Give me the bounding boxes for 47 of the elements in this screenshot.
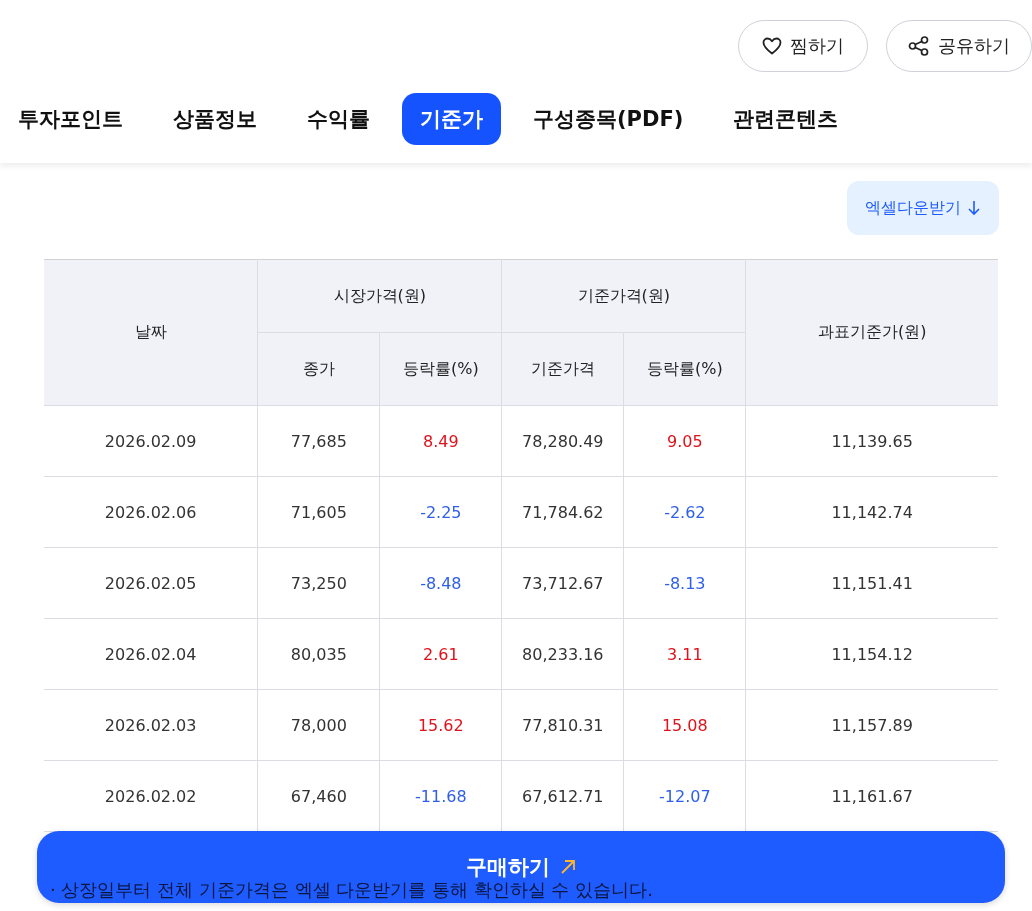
note-text: · 상장일부터 전체 기준가격은 엑셀 다운받기를 통해 확인하실 수 있습니다. (50, 878, 653, 902)
table-cell: -2.25 (379, 476, 502, 548)
table-cell: -8.48 (379, 547, 502, 619)
table-cell: 2.61 (379, 618, 502, 690)
heart-icon (762, 37, 782, 55)
table-cell: 3.11 (623, 618, 746, 690)
tab[interactable]: 관련콘텐츠 (715, 93, 857, 145)
table-cell: 15.08 (623, 689, 746, 761)
share-icon (908, 36, 930, 56)
arrow-icon (560, 859, 576, 875)
table-cell: 2026.02.04 (44, 618, 258, 690)
tab[interactable]: 수익률 (289, 93, 388, 145)
table-cell: 2026.02.03 (44, 689, 258, 761)
table-cell: 73,712.67 (501, 547, 624, 619)
table-cell: 80,035 (257, 618, 380, 690)
table-cell: 2026.02.09 (44, 405, 258, 477)
column-header: 기준가격(원) (501, 259, 746, 333)
table-cell: 71,605 (257, 476, 380, 548)
table-cell: 9.05 (623, 405, 746, 477)
column-header: 등락률(%) (379, 332, 502, 406)
column-header: 종가 (257, 332, 380, 406)
column-header: 과표기준가(원) (745, 259, 998, 406)
table-cell: 15.62 (379, 689, 502, 761)
table-cell: 71,784.62 (501, 476, 624, 548)
table-cell: 2026.02.06 (44, 476, 258, 548)
tab[interactable]: 기준가 (402, 93, 501, 145)
download-icon (967, 200, 981, 216)
table-cell: 78,000 (257, 689, 380, 761)
share-button[interactable]: 공유하기 (886, 20, 1032, 72)
table-cell: -2.62 (623, 476, 746, 548)
table-cell: 8.49 (379, 405, 502, 477)
table-cell: 77,810.31 (501, 689, 624, 761)
tab[interactable]: 상품정보 (155, 93, 275, 145)
table-cell: 73,250 (257, 547, 380, 619)
excel-download-button[interactable]: 엑셀다운받기 (847, 181, 999, 235)
table-cell: -8.13 (623, 547, 746, 619)
column-header: 등락률(%) (623, 332, 746, 406)
like-button[interactable]: 찜하기 (738, 20, 868, 72)
tab[interactable]: 구성종목(PDF) (515, 93, 702, 145)
column-header: 기준가격 (501, 332, 624, 406)
table-cell: 80,233.16 (501, 618, 624, 690)
column-header: 날짜 (44, 259, 258, 406)
column-header: 시장가격(원) (257, 259, 502, 333)
table-cell: 78,280.49 (501, 405, 624, 477)
table-cell: 77,685 (257, 405, 380, 477)
tab[interactable]: 투자포인트 (0, 93, 141, 145)
table-cell: 2026.02.05 (44, 547, 258, 619)
